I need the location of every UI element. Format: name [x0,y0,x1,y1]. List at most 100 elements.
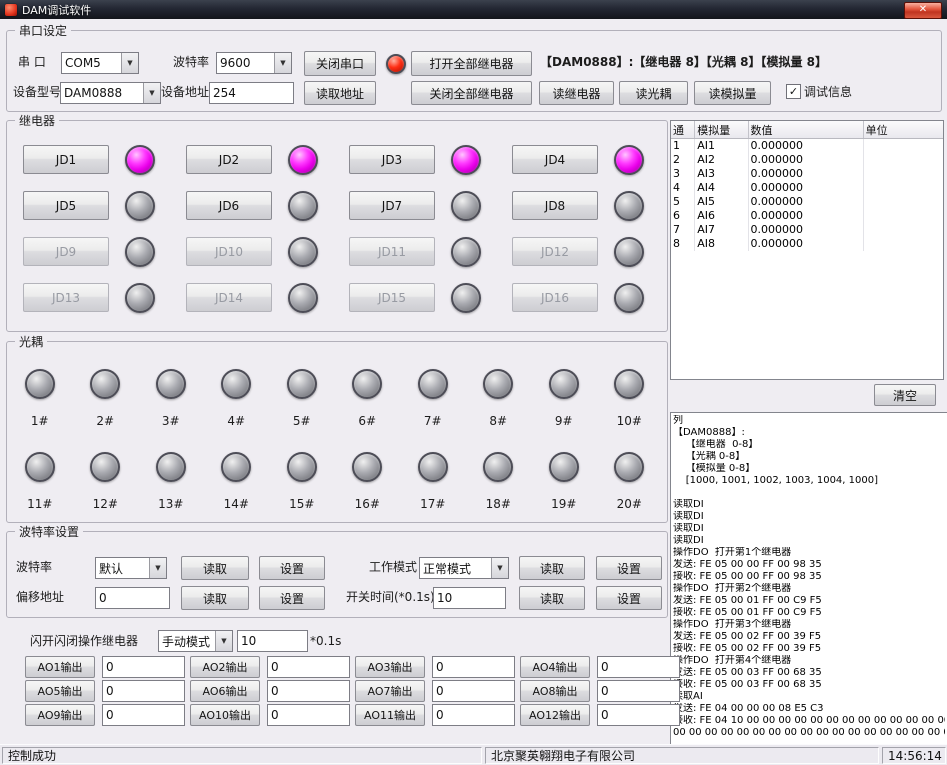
ao-cell: AO7输出 0 [355,680,520,701]
switch-time-read-button[interactable]: 读取 [519,586,585,610]
read-opto-button[interactable]: 读光耦 [619,81,688,105]
ao-output-button-3[interactable]: AO3输出 [355,656,425,678]
port-select[interactable]: COM5 ▼ [61,52,139,74]
ao-output-button-4[interactable]: AO4输出 [520,656,590,678]
app-window: DAM调试软件 ✕ 串口设定 串 口 COM5 ▼ 波特率 9600 ▼ 关闭串… [0,0,947,765]
ao-output-input-8[interactable]: 0 [597,680,680,702]
log-line: 接收: FE 05 00 02 FF 00 39 F5 [673,643,945,655]
opto-row-2: 11#12#13#14#15#16#17#18#19#20# [7,452,665,511]
relay-grid: JD1 JD2 JD3 JD4 JD5 JD6 JD7 JD8 JD9 JD10 JD11 JD12 J… [23,146,675,311]
relay-button-jd9[interactable]: JD9 [23,237,109,266]
relay-light-jd14 [288,283,318,313]
switch-time-label: 开关时间(*0.1s) [346,590,435,605]
ao-output-button-1[interactable]: AO1输出 [25,656,95,678]
switch-time-input[interactable]: 10 [433,587,506,609]
title-bar[interactable]: DAM调试软件 ✕ [0,0,947,19]
baud-setting-select[interactable]: 默认 ▼ [95,557,167,579]
work-mode-set-button[interactable]: 设置 [596,556,662,580]
relay-button-jd6[interactable]: JD6 [186,191,272,220]
log-line: 读取AI [673,691,945,703]
relay-cell: JD6 [186,192,349,219]
baud-read-button[interactable]: 读取 [181,556,249,580]
baud-setting-label: 波特率 [16,560,52,575]
ao-output-input-9[interactable]: 0 [102,704,185,726]
clear-button[interactable]: 清空 [874,384,936,406]
relay-group-title: 继电器 [15,112,59,129]
ao-output-button-11[interactable]: AO11输出 [355,704,425,726]
offset-set-button[interactable]: 设置 [259,586,325,610]
ao-output-input-4[interactable]: 0 [597,656,680,678]
flash-mode-select[interactable]: 手动模式 ▼ [158,630,233,652]
dropdown-arrow-icon[interactable]: ▼ [149,558,166,578]
opto-light-1 [25,369,55,399]
ao-output-button-12[interactable]: AO12输出 [520,704,590,726]
analog-cell-name: AI7 [695,223,748,237]
clock: 14:56:14 [882,747,946,764]
relay-button-jd16[interactable]: JD16 [512,283,598,312]
debug-info-label[interactable]: 调试信息 [804,85,852,100]
close-button[interactable]: ✕ [904,2,942,19]
dropdown-arrow-icon[interactable]: ▼ [491,558,508,578]
serial-status-light [386,54,406,74]
open-all-relays-button[interactable]: 打开全部继电器 [411,51,532,76]
read-analog-button[interactable]: 读模拟量 [694,81,771,105]
offset-read-button[interactable]: 读取 [181,586,249,610]
work-mode-select[interactable]: 正常模式 ▼ [419,557,509,579]
ao-output-button-7[interactable]: AO7输出 [355,680,425,702]
opto-channel: 11# [7,452,73,511]
offset-input[interactable]: 0 [95,587,170,609]
log-line: 接收: FE 05 00 03 FF 00 68 35 [673,679,945,691]
switch-time-set-button[interactable]: 设置 [596,586,662,610]
ao-output-button-2[interactable]: AO2输出 [190,656,260,678]
relay-button-jd5[interactable]: JD5 [23,191,109,220]
read-relay-button[interactable]: 读继电器 [539,81,614,105]
opto-group: 光耦 1#2#3#4#5#6#7#8#9#10# 11#12#13#14#15#… [6,341,668,523]
relay-button-jd15[interactable]: JD15 [349,283,435,312]
ao-output-input-7[interactable]: 0 [432,680,515,702]
relay-button-jd10[interactable]: JD10 [186,237,272,266]
ao-output-button-9[interactable]: AO9输出 [25,704,95,726]
baud-set-button[interactable]: 设置 [259,556,325,580]
ao-output-input-10[interactable]: 0 [267,704,350,726]
dropdown-arrow-icon[interactable]: ▼ [274,53,291,73]
opto-channel-label: 1# [31,414,49,428]
debug-info-checkbox[interactable]: ✓ [786,84,801,99]
log-panel[interactable]: 列【DAM0888】: 【继电器 0-8】 【光耦 0-8】 【模拟量 0-8】… [670,412,947,750]
dropdown-arrow-icon[interactable]: ▼ [121,53,138,73]
dropdown-arrow-icon[interactable]: ▼ [143,83,160,103]
baud-select[interactable]: 9600 ▼ [216,52,292,74]
ao-output-button-6[interactable]: AO6输出 [190,680,260,702]
ao-output-input-12[interactable]: 0 [597,704,680,726]
baud-group-title: 波特率设置 [15,523,83,540]
relay-button-jd8[interactable]: JD8 [512,191,598,220]
ao-output-input-6[interactable]: 0 [267,680,350,702]
ao-output-input-1[interactable]: 0 [102,656,185,678]
close-all-relays-button[interactable]: 关闭全部继电器 [411,81,532,105]
address-input[interactable]: 254 [209,82,294,104]
relay-button-jd12[interactable]: JD12 [512,237,598,266]
close-serial-button[interactable]: 关闭串口 [304,51,376,76]
relay-button-jd1[interactable]: JD1 [23,145,109,174]
relay-button-jd11[interactable]: JD11 [349,237,435,266]
relay-button-jd2[interactable]: JD2 [186,145,272,174]
relay-button-jd4[interactable]: JD4 [512,145,598,174]
read-address-button[interactable]: 读取地址 [304,81,376,105]
dropdown-arrow-icon[interactable]: ▼ [215,631,232,651]
ao-output-button-10[interactable]: AO10输出 [190,704,260,726]
relay-button-jd14[interactable]: JD14 [186,283,272,312]
relay-button-jd7[interactable]: JD7 [349,191,435,220]
opto-channel-label: 19# [551,497,576,511]
relay-light-jd15 [451,283,481,313]
model-select[interactable]: DAM0888 ▼ [60,82,161,104]
ao-output-input-5[interactable]: 0 [102,680,185,702]
relay-button-jd3[interactable]: JD3 [349,145,435,174]
ao-output-button-8[interactable]: AO8输出 [520,680,590,702]
ao-output-button-5[interactable]: AO5输出 [25,680,95,702]
work-mode-read-button[interactable]: 读取 [519,556,585,580]
log-line: 00 00 00 00 00 00 00 00 00 00 00 00 00 0… [673,727,945,739]
relay-button-jd13[interactable]: JD13 [23,283,109,312]
ao-output-input-11[interactable]: 0 [432,704,515,726]
ao-output-input-2[interactable]: 0 [267,656,350,678]
flash-time-input[interactable]: 10 [237,630,308,652]
ao-output-input-3[interactable]: 0 [432,656,515,678]
